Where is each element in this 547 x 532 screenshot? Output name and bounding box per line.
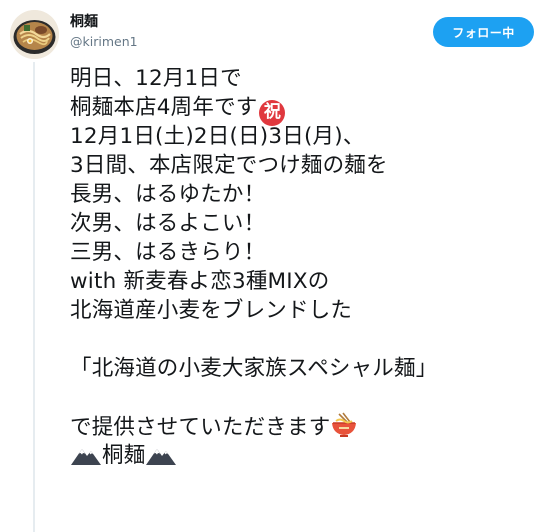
snow-mountain-icon [70,444,102,474]
tweet-line-text: 桐麺本店4周年です [70,95,258,120]
tweet-line: 明日、12月1日で [70,66,242,91]
tweet-line: で提供させていただきます [70,412,540,441]
tweet-line: 12月1日(土)2日(日)3日(月)、 [70,124,365,149]
ramen-bowl-icon [330,412,358,446]
tweet-text: 明日、12月1日で 桐麺本店4周年です祝 12月1日(土)2日(日)3日(月)、… [70,64,540,470]
avatar[interactable] [10,10,59,59]
tweet-line-text: で提供させていただきます [70,415,331,440]
tweet-line: 次男、はるよこい！ [70,211,266,236]
tweet-line: 桐麺 [70,441,540,470]
tweet-card: 桐麺 @kirimen1 フォロー中 明日、12月1日で 桐麺本店4周年です祝 … [0,0,547,532]
tweet-signature: 桐麺 [102,443,146,468]
tweet-line: 三男、はるきらり！ [70,240,266,265]
tweet-line: 長男、はるゆたか！ [70,182,266,207]
tweet-line: with 新麦春よ恋3種MIXの [70,269,330,294]
tweet-line: 桐麺本店4周年です祝 [70,93,540,126]
tweet-line: 北海道産小麦をブレンドした [70,298,353,323]
snow-mountain-icon [145,444,177,474]
tweet-line: 「北海道の小麦大家族スペシャル麺」 [70,356,438,381]
ramen-avatar-icon [10,10,59,59]
thread-line [33,62,35,532]
user-display-name[interactable]: 桐麺 [70,13,98,31]
following-button[interactable]: フォロー中 [433,17,534,47]
tweet-line: 3日間、本店限定でつけ麺の麺を [70,153,388,178]
user-handle[interactable]: @kirimen1 [70,34,138,50]
